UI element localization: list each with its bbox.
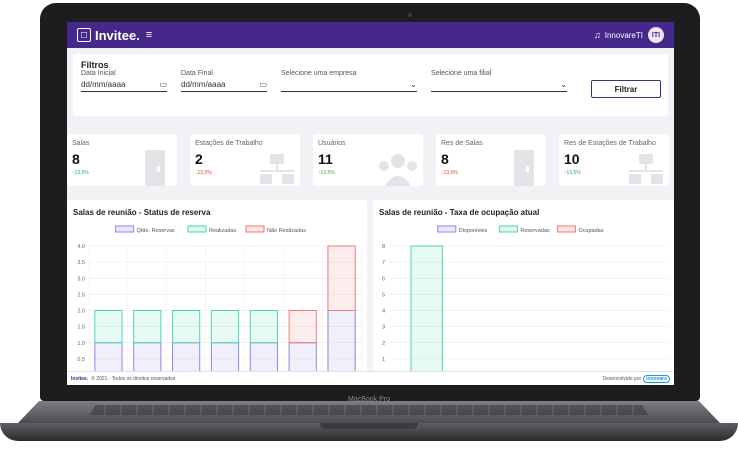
keyboard <box>90 405 648 415</box>
bar <box>249 310 278 344</box>
branch-select-label: Selecione uma filial <box>431 70 492 77</box>
chart-card-status: Salas de reunião - Status de reserva Qtd… <box>67 200 367 376</box>
y-tick-label: 1 <box>382 357 385 363</box>
legend-swatch <box>245 225 265 233</box>
bar <box>410 245 443 376</box>
stat-card-res-estacoes: Res de Estações de Trabalho 10 ↑13,5% <box>559 134 669 186</box>
legend-swatch <box>187 225 207 233</box>
bar <box>327 310 356 376</box>
legend-swatch <box>556 225 576 233</box>
company-select[interactable]: ⌄ <box>281 80 417 92</box>
y-tick-label: 2.0 <box>77 309 85 315</box>
stat-label: Estações de Trabalho <box>195 140 263 147</box>
bell-icon[interactable]: ♫ <box>594 30 601 40</box>
y-tick-label: 1.0 <box>77 341 85 347</box>
legend-label: Realizadas <box>209 228 236 234</box>
avatar[interactable]: ITI <box>648 27 664 43</box>
chevron-down-icon[interactable]: ⌄ <box>410 80 417 89</box>
date-end-field[interactable]: Data Final dd/mm/aaaa ▭ <box>181 70 267 92</box>
stat-label: Res de Estações de Trabalho <box>564 140 656 147</box>
y-tick-label: 3.0 <box>77 276 85 282</box>
network-icon <box>629 154 663 184</box>
legend-swatch <box>115 225 135 233</box>
chevron-down-icon[interactable]: ⌄ <box>560 80 567 89</box>
app-screen: ☐ Invitee. ≡ ♫ InnovareTI ITI Filtros Da… <box>67 22 674 385</box>
user-name[interactable]: InnovareTI <box>605 31 643 40</box>
date-end-value: dd/mm/aaaa <box>181 80 226 89</box>
chart-card-occupancy: Salas de reunião - Taxa de ocupação atua… <box>373 200 674 376</box>
stat-label: Usuários <box>318 140 346 147</box>
logo-icon: ☐ <box>77 28 91 42</box>
bar <box>94 310 123 344</box>
branch-select[interactable]: ⌄ <box>431 80 567 92</box>
stat-label: Res de Salas <box>441 140 483 147</box>
footer: Invitee. © 2021 - Todos os direitos rese… <box>67 371 674 385</box>
door-icon <box>145 150 165 186</box>
calendar-icon[interactable]: ▭ <box>159 80 167 89</box>
filter-button[interactable]: Filtrar <box>591 80 661 98</box>
occupancy-chart: Disponíveis Reservadas Ocupadas 1 2 3 4 5 6 7 8 <box>382 225 668 376</box>
legend-label: Disponíveis <box>459 228 488 234</box>
calendar-icon[interactable]: ▭ <box>259 80 267 89</box>
y-tick-label: 0.5 <box>77 357 85 363</box>
y-tick-label: 3 <box>382 325 385 331</box>
legend-swatch <box>498 225 518 233</box>
date-end-input[interactable]: dd/mm/aaaa ▭ <box>181 80 267 92</box>
date-start-label: Data Inicial <box>81 70 116 77</box>
stat-card-salas: Salas 8 ↑13,5% <box>67 134 177 186</box>
y-tick-label: 4 <box>382 309 385 315</box>
bar <box>327 245 356 311</box>
users-icon <box>379 154 417 186</box>
footer-developer[interactable]: innovare <box>643 374 670 383</box>
y-tick-label: 8 <box>382 244 385 250</box>
y-tick-label: 4.0 <box>77 244 85 250</box>
footer-developed-by: Desenvolvido por <box>602 375 642 382</box>
company-select-label: Selecione uma empresa <box>281 70 357 77</box>
y-tick-label: 3.5 <box>77 260 85 266</box>
laptop-notch <box>320 423 418 429</box>
legend-label: Qtde. Reservas <box>137 228 175 234</box>
company-select-value <box>281 80 283 89</box>
legend-label: Reservadas <box>520 228 550 234</box>
y-tick-label: 2.5 <box>77 292 85 298</box>
network-icon <box>260 154 294 184</box>
hamburger-icon[interactable]: ≡ <box>146 29 152 41</box>
footer-logo: Invitee. <box>71 375 89 382</box>
door-icon <box>514 150 534 186</box>
bar <box>133 310 162 344</box>
bar <box>288 310 317 344</box>
date-start-input[interactable]: dd/mm/aaaa ▭ <box>81 80 167 92</box>
legend-label: Não Realizadas <box>267 228 306 234</box>
legend-label: Ocupadas <box>578 228 603 234</box>
camera <box>408 13 412 17</box>
date-end-label: Data Final <box>181 70 213 77</box>
y-tick-label: 5 <box>382 292 385 298</box>
y-tick-label: 1.5 <box>77 325 85 331</box>
stat-card-res-salas: Res de Salas 8 ↓13,5% <box>436 134 546 186</box>
logo-text[interactable]: Invitee. <box>95 28 140 43</box>
bar <box>172 310 201 344</box>
stat-card-estacoes: Estações de Trabalho 2 ↓13,5% <box>190 134 300 186</box>
date-start-field[interactable]: Data Inicial dd/mm/aaaa ▭ <box>81 70 167 92</box>
status-chart: Qtde. Reservas Realizadas Não Realizadas 0.… <box>77 225 362 376</box>
y-tick-label: 2 <box>382 341 385 347</box>
stat-card-usuarios: Usuários 11 ↑13,5% <box>313 134 423 186</box>
filters-title: Filtros <box>81 60 109 70</box>
footer-copyright: © 2021 - Todos os direitos reservados <box>91 375 176 382</box>
y-tick-label: 7 <box>382 260 385 266</box>
stat-label: Salas <box>72 140 90 147</box>
app-header: ☐ Invitee. ≡ ♫ InnovareTI ITI <box>67 22 674 48</box>
branch-select-field[interactable]: Selecione uma filial ⌄ <box>431 70 567 92</box>
bar <box>210 310 240 344</box>
branch-select-value <box>431 80 433 89</box>
legend-swatch <box>437 225 457 233</box>
filters-card: Filtros Data Inicial dd/mm/aaaa ▭ Data F… <box>73 54 668 116</box>
date-start-value: dd/mm/aaaa <box>81 80 126 89</box>
y-tick-label: 6 <box>382 276 385 282</box>
model-label: MacBook Pro <box>347 396 391 403</box>
company-select-field[interactable]: Selecione uma empresa ⌄ <box>281 70 417 92</box>
